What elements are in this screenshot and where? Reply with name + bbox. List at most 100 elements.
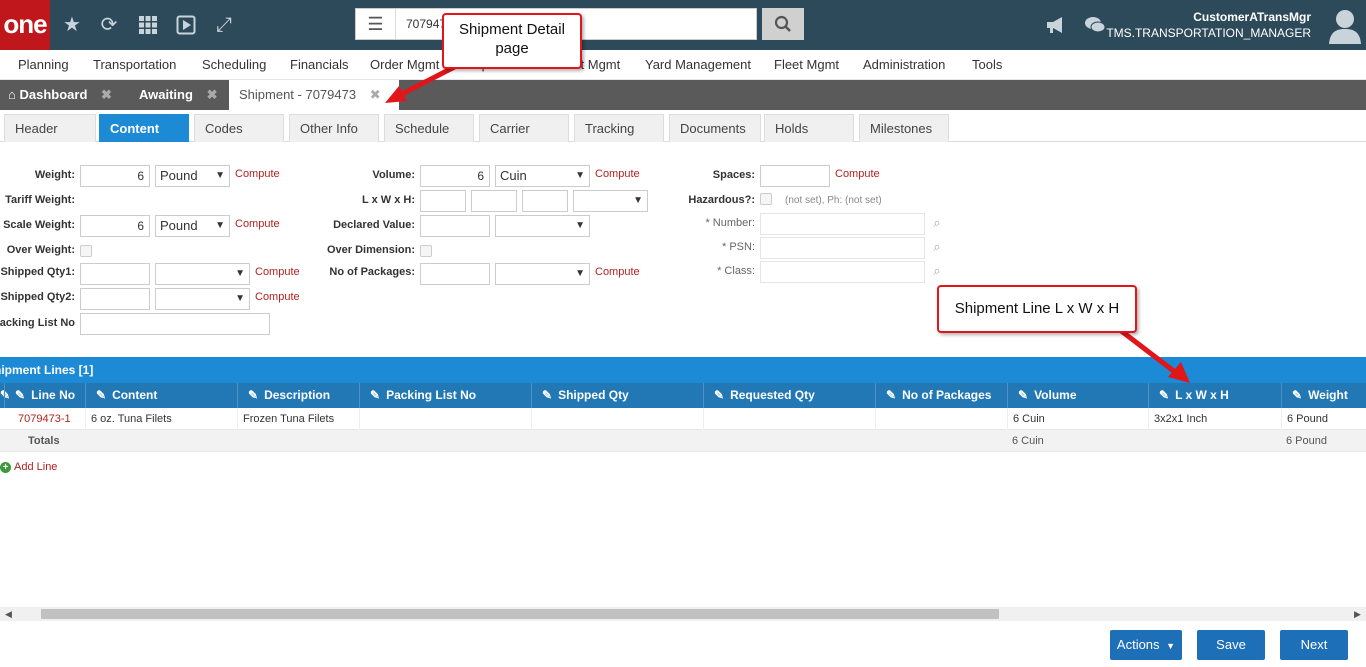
one-logo[interactable]: one bbox=[0, 0, 50, 50]
spaces-input[interactable] bbox=[760, 165, 830, 187]
shipped-qty2-compute-link[interactable]: Compute bbox=[255, 291, 300, 303]
column-content[interactable]: ✎ Content bbox=[85, 383, 237, 408]
scrollbar-thumb[interactable] bbox=[41, 609, 999, 619]
tab-content[interactable]: Content bbox=[99, 114, 189, 142]
menu-fleet-mgmt[interactable]: Fleet Mgmt bbox=[774, 57, 839, 72]
column-requested-qty[interactable]: ✎ Requested Qty bbox=[703, 383, 875, 408]
column-packing-list-no[interactable]: ✎ Packing List No bbox=[359, 383, 531, 408]
shipped-qty1-unit-select[interactable]: ▼ bbox=[155, 263, 250, 285]
menu-order-mgmt[interactable]: Order Mgmt bbox=[370, 57, 439, 72]
refresh-icon[interactable]: ⟳ bbox=[97, 13, 121, 37]
height-input[interactable] bbox=[522, 190, 568, 212]
apps-grid-icon[interactable] bbox=[136, 13, 160, 37]
over-dimension-checkbox[interactable] bbox=[420, 245, 432, 257]
scale-weight-compute-link[interactable]: Compute bbox=[235, 218, 280, 230]
menu-planning[interactable]: Planning bbox=[18, 57, 69, 72]
volume-compute-link[interactable]: Compute bbox=[595, 168, 640, 180]
tab-carrier[interactable]: Carrier bbox=[479, 114, 569, 142]
tab-other-info[interactable]: Other Info bbox=[289, 114, 379, 142]
menu-financials[interactable]: Financials bbox=[290, 57, 349, 72]
shipped-qty2-unit-select[interactable]: ▼ bbox=[155, 288, 250, 310]
weight-compute-link[interactable]: Compute bbox=[235, 168, 280, 180]
lwh-unit-select[interactable]: ▼ bbox=[573, 190, 648, 212]
tab-documents[interactable]: Documents bbox=[669, 114, 761, 142]
scale-weight-input[interactable] bbox=[80, 215, 150, 237]
add-line-link[interactable]: + Add Line bbox=[0, 461, 57, 473]
weight-input[interactable] bbox=[80, 165, 150, 187]
volume-unit-select[interactable]: Cuin ▼ bbox=[495, 165, 590, 187]
tab-header[interactable]: Header bbox=[4, 114, 96, 142]
packing-list-cell bbox=[359, 408, 531, 430]
tab-shipment[interactable]: Shipment - 7079473 ✖ bbox=[229, 80, 399, 110]
tab-schedule[interactable]: Schedule bbox=[384, 114, 474, 142]
close-icon[interactable]: ✖ bbox=[207, 87, 218, 102]
plus-icon: + bbox=[0, 462, 11, 473]
declared-value-input[interactable] bbox=[420, 215, 490, 237]
shipped-qty2-label: Shipped Qty2: bbox=[0, 291, 75, 303]
user-name[interactable]: CustomerATransMgr bbox=[1193, 10, 1311, 24]
tab-codes[interactable]: Codes bbox=[194, 114, 284, 142]
shipped-qty1-input[interactable] bbox=[80, 263, 150, 285]
close-icon[interactable]: ✖ bbox=[370, 87, 381, 102]
column-line-no[interactable]: ✎ Line No bbox=[4, 383, 85, 408]
length-input[interactable] bbox=[420, 190, 466, 212]
horizontal-scrollbar[interactable]: ◀ ▶ bbox=[0, 607, 1366, 621]
column-description[interactable]: ✎ Description bbox=[237, 383, 359, 408]
volume-unit-value: Cuin bbox=[500, 168, 527, 183]
spaces-compute-link[interactable]: Compute bbox=[835, 168, 880, 180]
menu-scheduling[interactable]: Scheduling bbox=[202, 57, 266, 72]
column-no-of-packages[interactable]: ✎ No of Packages bbox=[875, 383, 1007, 408]
tab-holds[interactable]: Holds bbox=[764, 114, 854, 142]
menu-administration[interactable]: Administration bbox=[863, 57, 945, 72]
scroll-right-icon[interactable]: ▶ bbox=[1354, 607, 1361, 621]
table-row[interactable]: 7079473-1 6 oz. Tuna Filets Frozen Tuna … bbox=[0, 408, 1366, 430]
class-input[interactable] bbox=[760, 261, 925, 283]
menu-transportation[interactable]: Transportation bbox=[93, 57, 176, 72]
hazardous-label: Hazardous?: bbox=[688, 194, 755, 206]
chat-icon[interactable] bbox=[1083, 13, 1107, 37]
shipped-qty1-compute-link[interactable]: Compute bbox=[255, 266, 300, 278]
tab-awaiting-label: Awaiting bbox=[139, 87, 193, 102]
lookup-icon[interactable]: ⌕ bbox=[929, 239, 945, 255]
tab-awaiting[interactable]: Awaiting ✖ bbox=[139, 80, 229, 110]
lookup-icon[interactable]: ⌕ bbox=[929, 215, 945, 231]
no-of-packages-input[interactable] bbox=[420, 263, 490, 285]
column-lwh[interactable]: ✎ L x W x H bbox=[1148, 383, 1281, 408]
scale-weight-unit-value: Pound bbox=[160, 218, 198, 233]
packages-compute-link[interactable]: Compute bbox=[595, 266, 640, 278]
expand-icon[interactable]: ⤢ bbox=[212, 13, 236, 37]
save-button[interactable]: Save bbox=[1197, 630, 1265, 660]
next-button[interactable]: Next bbox=[1280, 630, 1348, 660]
packing-list-input[interactable] bbox=[80, 313, 270, 335]
package-type-select[interactable]: ▼ bbox=[495, 263, 590, 285]
tab-tracking[interactable]: Tracking bbox=[574, 114, 664, 142]
hazardous-checkbox[interactable] bbox=[760, 193, 772, 205]
hazmat-number-input[interactable] bbox=[760, 213, 925, 235]
volume-input[interactable] bbox=[420, 165, 490, 187]
scroll-left-icon[interactable]: ◀ bbox=[5, 607, 12, 621]
megaphone-icon[interactable] bbox=[1044, 13, 1068, 37]
tab-milestones[interactable]: Milestones bbox=[859, 114, 949, 142]
column-weight[interactable]: ✎ Weight bbox=[1281, 383, 1366, 408]
menu-yard-management[interactable]: Yard Management bbox=[645, 57, 751, 72]
star-icon[interactable]: ★ bbox=[60, 13, 84, 37]
menu-tools[interactable]: Tools bbox=[972, 57, 1002, 72]
lookup-icon[interactable]: ⌕ bbox=[929, 263, 945, 279]
close-icon[interactable]: ✖ bbox=[101, 87, 112, 102]
column-volume[interactable]: ✎ Volume bbox=[1007, 383, 1148, 408]
width-input[interactable] bbox=[471, 190, 517, 212]
over-weight-checkbox[interactable] bbox=[80, 245, 92, 257]
actions-button[interactable]: Actions ▼ bbox=[1110, 630, 1182, 660]
scale-weight-unit-select[interactable]: Pound ▼ bbox=[155, 215, 230, 237]
shipped-qty2-input[interactable] bbox=[80, 288, 150, 310]
column-shipped-qty[interactable]: ✎ Shipped Qty bbox=[531, 383, 703, 408]
search-menu-icon[interactable]: ☰ bbox=[356, 9, 396, 39]
search-button[interactable] bbox=[762, 8, 804, 40]
line-no-link[interactable]: 7079473-1 bbox=[13, 408, 85, 430]
declared-value-currency-select[interactable]: ▼ bbox=[495, 215, 590, 237]
avatar-icon[interactable] bbox=[1328, 8, 1362, 44]
play-icon[interactable] bbox=[174, 13, 198, 37]
weight-unit-select[interactable]: Pound ▼ bbox=[155, 165, 230, 187]
tab-dashboard[interactable]: ⌂ Dashboard ✖ bbox=[8, 80, 130, 110]
psn-input[interactable] bbox=[760, 237, 925, 259]
